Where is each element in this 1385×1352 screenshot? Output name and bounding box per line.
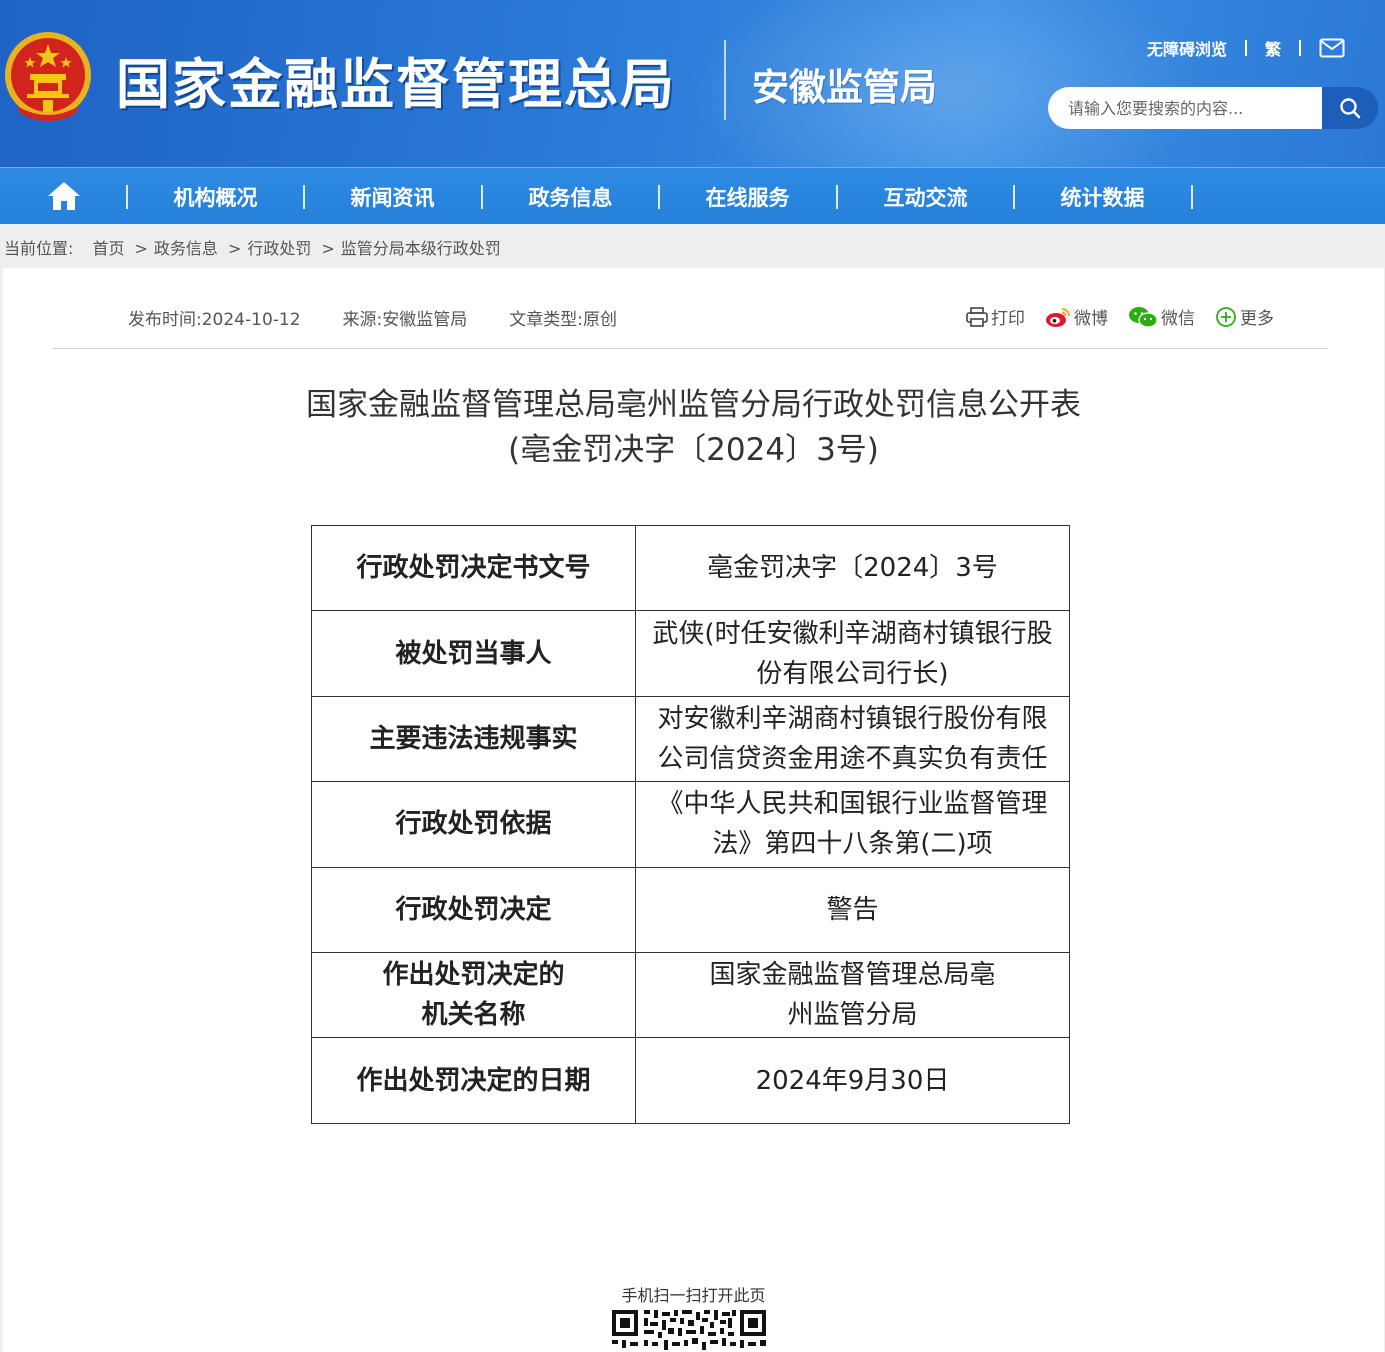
penalty-info-table: 行政处罚决定书文号 亳金罚决字〔2024〕3号 被处罚当事人 武侠(时任安徽利辛…: [311, 524, 1070, 1124]
nav-divider: [1191, 185, 1193, 209]
row-label: 行政处罚依据: [311, 781, 636, 868]
divider: [53, 348, 1328, 349]
article-title: 国家金融监督管理总局亳州监管分局行政处罚信息公开表 (亳金罚决字〔2024〕3号…: [3, 383, 1384, 473]
weibo-icon: [1046, 307, 1070, 327]
row-value: 对安徽利辛湖商村镇银行股份有限公司信贷资金用途不真实负有责任: [635, 695, 1070, 783]
weibo-label: 微博: [1074, 309, 1108, 329]
row-value: 2024年9月30日: [635, 1037, 1070, 1124]
main-nav: 机构概况 新闻资讯 政务信息 在线服务 互动交流 统计数据: [0, 167, 1385, 224]
row-label: 行政处罚决定书文号: [311, 524, 636, 612]
breadcrumb-label: 当前位置:: [4, 239, 74, 258]
site-title: 国家金融监督管理总局: [116, 52, 676, 116]
table-row: 被处罚当事人 武侠(时任安徽利辛湖商村镇银行股份有限公司行长): [311, 610, 1070, 697]
traditional-chinese-link[interactable]: 繁: [1265, 36, 1281, 60]
table-row: 作出处罚决定的日期 2024年9月30日: [311, 1037, 1070, 1124]
search-icon: [1340, 98, 1361, 119]
branch-title: 安徽监管局: [752, 66, 937, 109]
article-type: 文章类型:原创: [509, 310, 617, 330]
breadcrumb: 当前位置: 首页 > 政务信息 > 行政处罚 > 监管分局本级行政处罚: [4, 235, 505, 259]
table-row: 行政处罚依据 《中华人民共和国银行业监督管理法》第四十八条第(二)项: [311, 781, 1070, 868]
print-button[interactable]: 打印: [966, 304, 1025, 329]
link-divider: [1244, 40, 1247, 56]
link-divider: [1299, 40, 1301, 56]
weibo-share-button[interactable]: 微博: [1045, 304, 1108, 329]
row-label: 被处罚当事人: [311, 610, 636, 697]
nav-item-news[interactable]: 新闻资讯: [305, 182, 480, 212]
breadcrumb-penalty[interactable]: 行政处罚: [247, 239, 311, 258]
title-divider: [724, 40, 726, 120]
nav-item-statistics[interactable]: 统计数据: [1015, 182, 1190, 212]
table-row: 作出处罚决定的机关名称 国家金融监督管理总局亳州监管分局: [311, 951, 1070, 1039]
article-source: 来源:安徽监管局: [342, 310, 468, 330]
breadcrumb-current[interactable]: 监管分局本级行政处罚: [341, 239, 501, 258]
table-row: 行政处罚决定书文号 亳金罚决字〔2024〕3号: [311, 524, 1070, 612]
search-button[interactable]: [1322, 87, 1378, 129]
printer-icon: [966, 306, 988, 327]
row-value: 亳金罚决字〔2024〕3号: [635, 524, 1070, 612]
more-share-button[interactable]: 更多: [1215, 304, 1274, 329]
wechat-share-button[interactable]: 微信: [1128, 304, 1195, 329]
publish-date: 发布时间:2024-10-12: [128, 310, 301, 330]
article-meta: 发布时间:2024-10-12 来源:安徽监管局 文章类型:原创: [128, 305, 617, 330]
accessible-browsing-link[interactable]: 无障碍浏览: [1147, 36, 1227, 60]
national-emblem-icon[interactable]: [3, 28, 93, 126]
row-label: 作出处罚决定的日期: [311, 1037, 636, 1124]
row-value: 警告: [635, 866, 1070, 953]
table-row: 主要违法违规事实 对安徽利辛湖商村镇银行股份有限公司信贷资金用途不真实负有责任: [311, 695, 1070, 783]
mail-icon[interactable]: [1319, 38, 1345, 58]
site-header: 国家金融监督管理总局 安徽监管局 无障碍浏览 繁: [0, 0, 1385, 167]
breadcrumb-separator: >: [134, 239, 148, 258]
qr-code: [610, 1308, 768, 1352]
wechat-label: 微信: [1161, 309, 1195, 329]
nav-item-jigou[interactable]: 机构概况: [128, 182, 303, 212]
breadcrumb-home[interactable]: 首页: [93, 239, 125, 258]
plus-circle-icon: [1216, 306, 1236, 327]
print-label: 打印: [991, 309, 1025, 329]
share-bar: 打印 微博 微信 更多: [966, 304, 1274, 329]
table-row: 行政处罚决定 警告: [311, 866, 1070, 953]
top-links: 无障碍浏览 繁: [1147, 36, 1345, 60]
article-title-line-2: (亳金罚决字〔2024〕3号): [508, 432, 879, 468]
row-label: 行政处罚决定: [311, 866, 636, 953]
breadcrumb-government-info[interactable]: 政务信息: [154, 239, 218, 258]
row-value: 国家金融监督管理总局亳州监管分局: [635, 951, 1070, 1039]
article-title-line-1: 国家金融监督管理总局亳州监管分局行政处罚信息公开表: [306, 387, 1081, 423]
search-box: [1048, 87, 1378, 129]
nav-item-online-service[interactable]: 在线服务: [660, 182, 835, 212]
more-label: 更多: [1240, 309, 1274, 329]
row-label: 主要违法违规事实: [311, 695, 636, 783]
nav-item-government-info[interactable]: 政务信息: [483, 182, 658, 212]
nav-home-button[interactable]: [44, 178, 84, 214]
row-value: 《中华人民共和国银行业监督管理法》第四十八条第(二)项: [635, 781, 1070, 868]
home-icon: [48, 182, 80, 210]
nav-item-interaction[interactable]: 互动交流: [838, 182, 1013, 212]
wechat-icon: [1129, 306, 1158, 328]
qr-code-label: 手机扫一扫打开此页: [621, 1286, 766, 1305]
row-label: 作出处罚决定的机关名称: [311, 951, 636, 1039]
breadcrumb-separator: >: [321, 239, 335, 258]
article-panel: 发布时间:2024-10-12 来源:安徽监管局 文章类型:原创 打印 微博 微…: [3, 268, 1384, 1352]
breadcrumb-separator: >: [227, 239, 242, 258]
row-value: 武侠(时任安徽利辛湖商村镇银行股份有限公司行长): [635, 610, 1070, 697]
search-input[interactable]: [1048, 87, 1323, 129]
